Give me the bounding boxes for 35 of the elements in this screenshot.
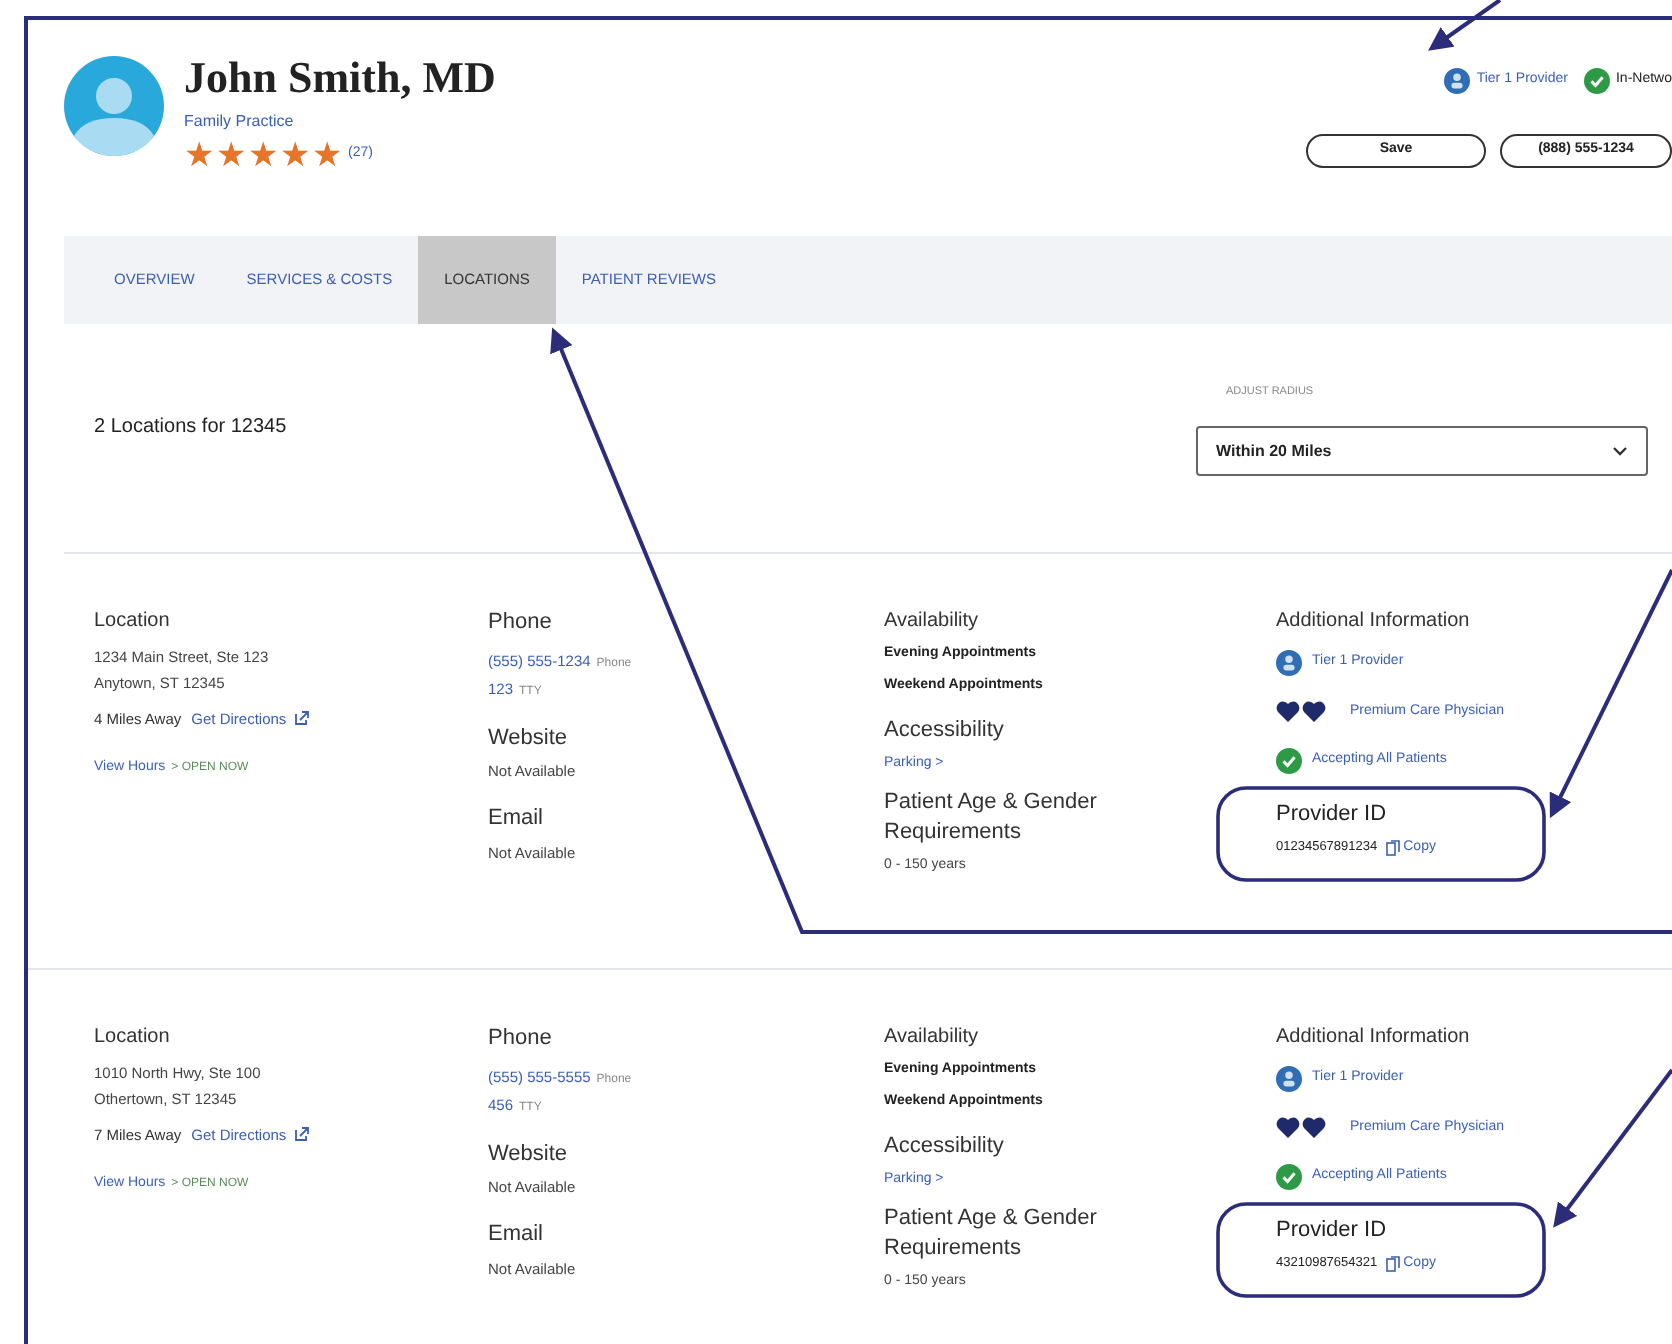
external-link-icon — [294, 710, 311, 727]
column-heading: Website — [488, 723, 570, 753]
provider-id-label: Provider ID — [1276, 1216, 1389, 1246]
column-heading: Accessibility — [884, 716, 1006, 746]
check-circle-icon — [1583, 68, 1610, 94]
column-heading: Location — [94, 1024, 172, 1052]
column-heading: Additional Information — [1276, 1024, 1472, 1052]
tier-badge-icon — [1444, 68, 1471, 94]
column-heading: Accessibility — [884, 1132, 1006, 1162]
external-link-icon — [294, 1126, 311, 1143]
tier-badge-icon — [1276, 650, 1302, 676]
column-heading: Email — [488, 1220, 546, 1251]
provider-name: John Smith, MD — [184, 52, 496, 104]
column-heading: Availability — [884, 608, 981, 636]
avatar — [64, 56, 164, 156]
column-heading: Availability — [884, 1024, 981, 1052]
copy-icon — [1385, 839, 1400, 856]
results-summary: 2 Locations for 12345 — [94, 414, 287, 442]
check-circle-icon — [1276, 1164, 1302, 1190]
column-heading: Additional Information — [1276, 608, 1472, 636]
check-circle-icon — [1276, 748, 1302, 774]
provider-id-label: Provider ID — [1276, 800, 1389, 830]
star-rating: ★★★★★ — [184, 138, 342, 172]
column-heading: Phone — [488, 608, 554, 638]
radius-select[interactable]: Within 20 Miles — [1196, 426, 1648, 477]
column-heading: Website — [488, 1139, 570, 1169]
column-heading: Phone — [488, 1024, 554, 1054]
tier-badge-icon — [1276, 1066, 1302, 1092]
column-heading: Location — [94, 608, 172, 636]
chevron-down-icon — [1612, 446, 1628, 457]
column-heading: Email — [488, 804, 546, 835]
column-heading: Patient Age & Gender Requirements — [884, 788, 1099, 848]
column-heading: Patient Age & Gender Requirements — [884, 1204, 1099, 1264]
specialty: Family Practice — [184, 110, 296, 134]
copy-icon — [1385, 1255, 1400, 1272]
